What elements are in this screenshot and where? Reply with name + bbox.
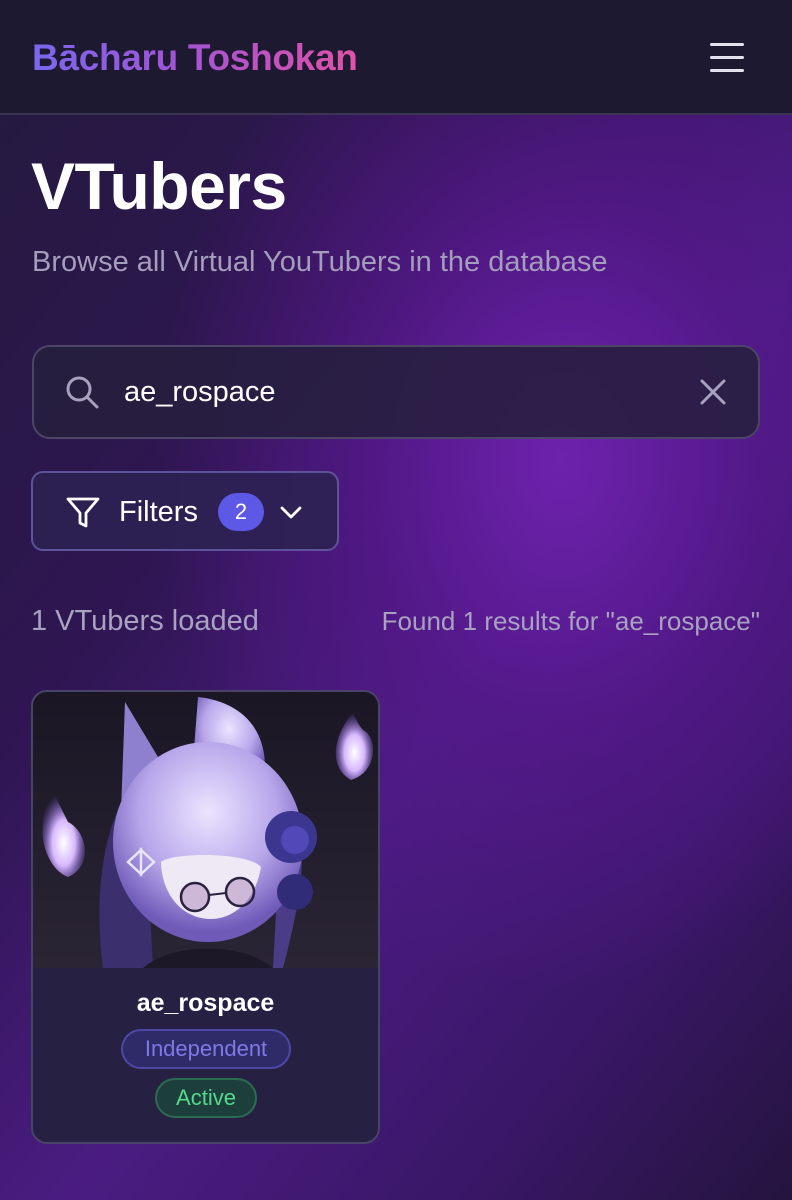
filters-count-badge: 2 <box>218 493 264 531</box>
filter-funnel-icon <box>66 497 100 528</box>
vtuber-avatar-image <box>33 692 378 968</box>
search-input[interactable] <box>124 369 664 415</box>
chevron-down-icon <box>280 506 302 519</box>
hamburger-menu-button[interactable] <box>704 38 750 78</box>
vtuber-card[interactable]: ae_rospace Independent Active <box>31 690 380 1144</box>
site-logo-title[interactable]: Bācharu Toshokan <box>32 36 358 80</box>
hamburger-menu-line <box>710 69 744 72</box>
vtuber-name[interactable]: ae_rospace <box>33 988 378 1018</box>
close-icon[interactable] <box>696 375 730 409</box>
loaded-count-text: 1 VTubers loaded <box>31 605 259 637</box>
filters-button[interactable]: Filters 2 <box>31 471 339 551</box>
hamburger-menu-icon <box>710 43 744 46</box>
hamburger-menu-line <box>710 56 744 59</box>
page-title: VTubers <box>31 149 287 223</box>
top-nav-bar: Bācharu Toshokan <box>0 0 792 115</box>
status-badge: Active <box>155 1078 257 1118</box>
search-icon <box>66 376 99 409</box>
filters-label: Filters <box>119 496 198 528</box>
search-results-summary: Found 1 results for "ae_rospace" <box>381 606 760 636</box>
search-box <box>32 345 760 439</box>
affiliation-badge: Independent <box>121 1029 291 1069</box>
page-subtitle: Browse all Virtual YouTubers in the data… <box>32 246 608 278</box>
